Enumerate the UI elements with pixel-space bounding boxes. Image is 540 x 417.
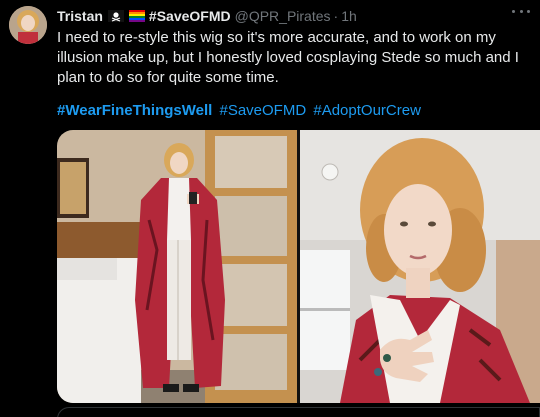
more-options-icon[interactable]	[512, 4, 530, 18]
next-card-edge	[57, 407, 540, 417]
tweet-text: I need to re-style this wig so it's more…	[57, 29, 519, 86]
pirate-flag-icon	[107, 10, 124, 22]
avatar[interactable]	[9, 6, 47, 44]
rainbow-flag-icon	[128, 10, 145, 22]
photo-closeup[interactable]	[300, 130, 540, 403]
hashtag-link[interactable]: #WearFineThingsWell	[57, 102, 212, 119]
hashtag-line: #WearFineThingsWell #SaveOFMD #AdoptOurC…	[57, 101, 424, 121]
separator: ·	[333, 8, 339, 24]
hashtag-link[interactable]: #AdoptOurCrew	[313, 102, 421, 119]
media-grid	[57, 130, 540, 403]
timestamp[interactable]: 1h	[341, 8, 357, 24]
tweet[interactable]: Tristan #SaveOFMD @QPR_Pirates · 1h I ne…	[0, 0, 540, 417]
display-name-tag: #SaveOFMD	[148, 8, 231, 24]
tweet-header: Tristan #SaveOFMD @QPR_Pirates · 1h	[57, 7, 510, 25]
display-name[interactable]: Tristan	[57, 8, 103, 24]
hashtag-link[interactable]: #SaveOFMD	[219, 102, 306, 119]
photo-full-costume[interactable]	[57, 130, 297, 403]
user-handle[interactable]: @QPR_Pirates	[235, 8, 331, 24]
